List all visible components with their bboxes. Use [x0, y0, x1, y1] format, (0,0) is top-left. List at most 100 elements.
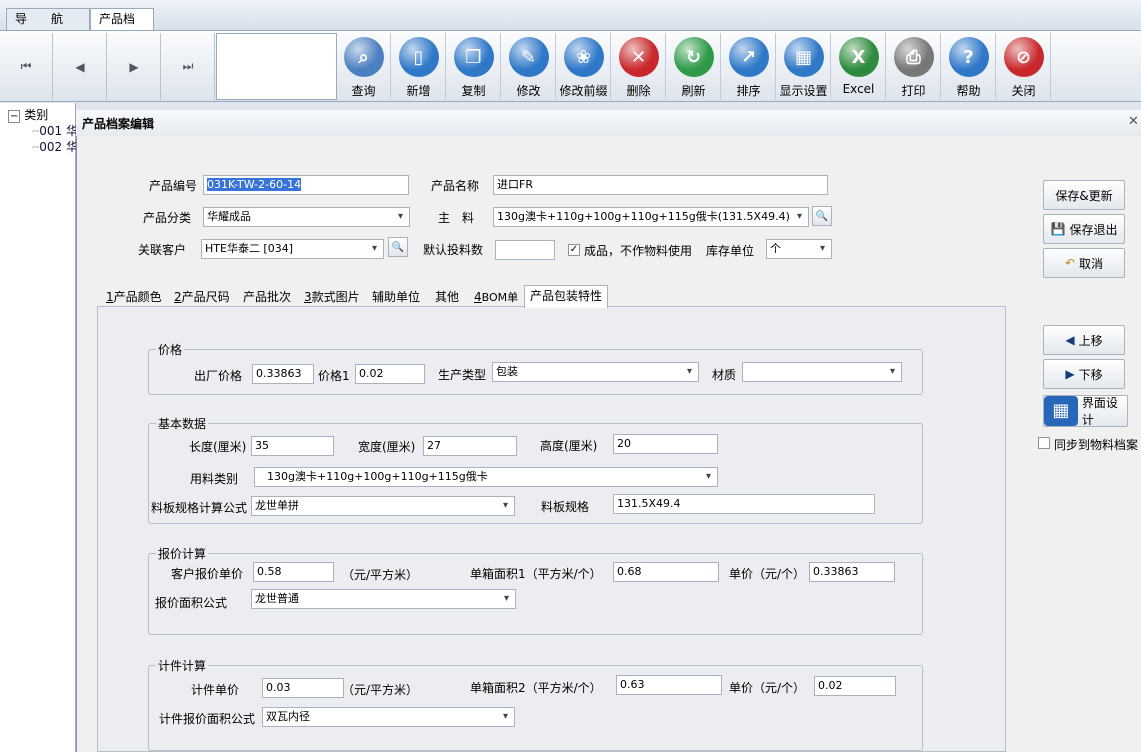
toolbar-button-new-doc[interactable]: ▯ 新增 — [392, 33, 446, 100]
area-formula-label: 报价面积公式 — [155, 596, 228, 610]
stock-unit-label: 库存单位 — [706, 244, 755, 258]
close-icon[interactable]: ✕ — [1128, 114, 1139, 129]
width-field[interactable]: 27 — [423, 436, 517, 456]
default-qty-label: 默认投料数 — [423, 243, 484, 257]
category-select[interactable]: 华耀成品 — [203, 207, 410, 227]
tab-product-batch[interactable]: 产品批次 — [243, 287, 291, 307]
height-field[interactable]: 20 — [613, 434, 718, 454]
tab-style-image[interactable]: 3款式图片 — [304, 287, 360, 307]
material-search-button[interactable]: 🔍 — [812, 206, 832, 226]
area-formula-select[interactable]: 龙世普通 — [251, 589, 516, 609]
first-record-button[interactable]: ⏮ — [0, 33, 53, 100]
tab-packaging[interactable]: 产品包装特性 — [524, 285, 609, 308]
tab-aux-unit[interactable]: 辅助单位 — [372, 287, 420, 307]
prev-record-button[interactable]: ◀ — [54, 33, 107, 100]
tab-label: 其他 — [435, 290, 460, 304]
piece-unit-price-field[interactable]: 0.02 — [814, 676, 896, 696]
box-area1-label: 单箱面积1（平方米/个） — [470, 567, 602, 581]
collapse-icon[interactable]: − — [8, 110, 21, 123]
tree-root[interactable]: − 类别 — [8, 106, 48, 123]
tab-navigation[interactable]: 导 航 — [6, 8, 90, 30]
customer-label: 关联客户 — [138, 243, 187, 257]
length-field[interactable]: 35 — [251, 436, 334, 456]
ui-settings-button[interactable]: ▦ 界面设计 — [1043, 395, 1128, 427]
toolbar-button-edit[interactable]: ✎ 修改 — [502, 33, 556, 100]
toolbar-button-grid-settings[interactable]: ▦ 显示设置 — [777, 33, 831, 100]
factory-price-field[interactable]: 0.33863 — [252, 364, 314, 384]
tab-num: 3 — [304, 290, 312, 304]
material-select[interactable]: 130g澳卡+110g+100g+110g+115g俄卡(131.5X49.4) — [493, 207, 809, 227]
box-area1-field[interactable]: 0.68 — [613, 562, 719, 582]
basic-group-title: 基本数据 — [156, 415, 209, 432]
tab-num: 4 — [474, 290, 482, 304]
toolbar-button-paw[interactable]: ❀ 修改前缀 — [557, 33, 611, 100]
save-exit-button[interactable]: 💾 保存退出 — [1043, 214, 1125, 244]
mat-type-select[interactable]: 130g澳卡+110g+100g+110g+115g俄卡 — [254, 467, 718, 487]
grid-settings-icon: ▦ — [783, 37, 824, 77]
ui-settings-label: 界面设计 — [1081, 396, 1118, 427]
toolbar-button-delete-x[interactable]: ✕ 删除 — [612, 33, 666, 100]
toolbar-button-excel[interactable]: X Excel — [832, 33, 886, 100]
dialog-title-bar — [76, 110, 1141, 136]
tab-num: 2 — [174, 290, 182, 304]
tab-product-archive[interactable]: 产品档案 — [90, 8, 154, 46]
help-icon: ? — [948, 37, 989, 77]
tab-other[interactable]: 其他 — [435, 287, 459, 307]
undo-icon: ↶ — [1064, 256, 1076, 270]
toolbar-button-copy[interactable]: ❐ 复制 — [447, 33, 501, 100]
price1-field[interactable]: 0.02 — [355, 364, 425, 384]
customer-search-button[interactable]: 🔍 — [388, 237, 408, 257]
toolbar-button-label: 修改 — [516, 84, 541, 98]
board-spec-field[interactable]: 131.5X49.4 — [613, 494, 875, 514]
toolbar-button-help[interactable]: ? 帮助 — [942, 33, 996, 100]
material-label: 主 料 — [438, 211, 475, 225]
quote-unit-price-label: 单价（元/个） — [729, 567, 806, 581]
toolbar-button-printer[interactable]: ⎙ 打印 — [887, 33, 941, 100]
toolbar-button-refresh[interactable]: ↻ 刷新 — [667, 33, 721, 100]
dialog-title: 产品档案编辑 — [82, 117, 155, 131]
toolbar-button-sort-chart[interactable]: ↗ 排序 — [722, 33, 776, 100]
tree-item[interactable]: ┄002 华 — [32, 138, 78, 155]
sync-checkbox[interactable] — [1038, 437, 1050, 449]
move-down-button[interactable]: ▶ 下移 — [1043, 359, 1125, 389]
last-record-button[interactable]: ⏭ — [162, 33, 215, 100]
texture-label: 材质 — [712, 368, 737, 382]
cust-unit-field[interactable]: 0.58 — [253, 562, 334, 582]
product-code-field[interactable]: 031K-TW-2-60-14 — [203, 175, 409, 195]
toolbar-button-close-stop[interactable]: ⊘ 关闭 — [997, 33, 1051, 100]
stock-unit-select[interactable]: 个 — [766, 239, 832, 259]
product-name-field[interactable]: 进口FR — [493, 175, 828, 195]
mat-type-label: 用料类别 — [190, 472, 239, 486]
width-label: 宽度(厘米) — [358, 440, 416, 454]
tab-product-size[interactable]: 2产品尺码 — [174, 287, 230, 307]
excel-icon: X — [838, 37, 879, 77]
tab-bom[interactable]: 4BOM单 — [474, 287, 518, 307]
texture-select[interactable] — [742, 362, 902, 382]
save-icon: 💾 — [1050, 222, 1066, 236]
move-up-button[interactable]: ◀ 上移 — [1043, 325, 1125, 355]
tab-label: BOM单 — [481, 291, 519, 304]
board-formula-select[interactable]: 龙世单拼 — [251, 496, 515, 516]
prod-type-select[interactable]: 包装 — [492, 362, 699, 382]
toolbar-button-label: 关闭 — [1011, 84, 1036, 98]
finished-checkbox[interactable]: ✓ — [568, 244, 580, 256]
refresh-icon: ↻ — [673, 37, 714, 77]
cancel-button[interactable]: ↶ 取消 — [1043, 248, 1125, 278]
grid-settings-icon: ▦ — [1044, 396, 1078, 426]
tab-product-color[interactable]: 1产品颜色 — [106, 287, 162, 307]
piece-formula-select[interactable]: 双瓦内径 — [262, 707, 515, 727]
piece-unit-label: 计件单价 — [191, 683, 240, 697]
box-area2-field[interactable]: 0.63 — [616, 675, 722, 695]
quote-unit-price-field[interactable]: 0.33863 — [809, 562, 895, 582]
default-qty-field[interactable] — [495, 240, 555, 260]
piece-unit-price-label: 单价（元/个） — [729, 681, 806, 695]
save-update-button[interactable]: 保存&更新 — [1043, 180, 1125, 210]
tree-item[interactable]: ┄001 华 — [32, 122, 78, 139]
category-label: 产品分类 — [143, 211, 192, 225]
toolbar-button-search[interactable]: ⌕ 查询 — [337, 33, 391, 100]
next-record-button[interactable]: ▶ — [108, 33, 161, 100]
toolbar-button-label: 帮助 — [956, 84, 981, 98]
piece-unit-field[interactable]: 0.03 — [262, 678, 344, 698]
piece-group-title: 计件计算 — [156, 657, 209, 674]
customer-select[interactable]: HTE华泰二 [034] — [201, 239, 384, 259]
